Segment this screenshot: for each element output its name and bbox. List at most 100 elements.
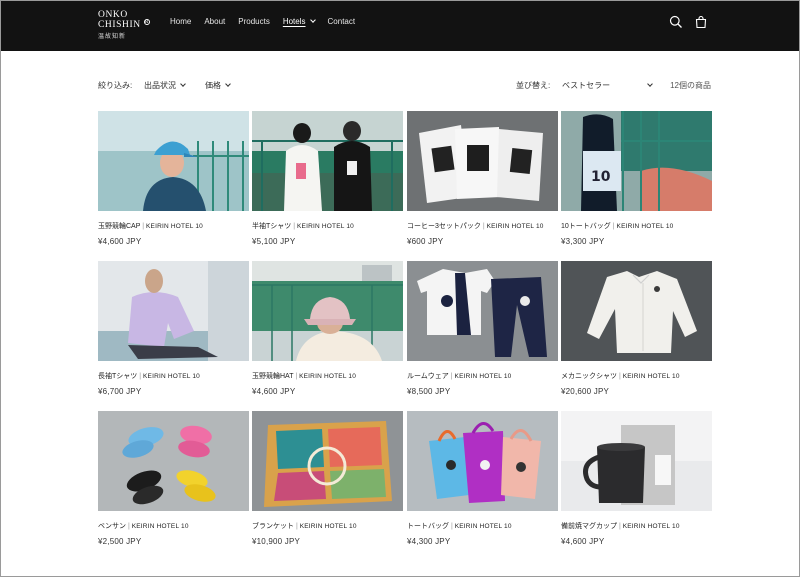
product-name: コーヒー3セットパック (407, 223, 481, 230)
product-brand: KEIRIN HOTEL 10 (454, 373, 512, 380)
product-card[interactable]: コーヒー3セットパック | KEIRIN HOTEL 10 ¥600 JPY (407, 111, 558, 246)
product-image-roomwear[interactable] (407, 261, 558, 361)
chevron-down-icon (309, 17, 316, 23)
product-price: ¥4,600 JPY (98, 237, 142, 246)
product-card[interactable]: ブランケット | KEIRIN HOTEL 10 ¥10,900 JPY (252, 411, 403, 546)
nav-products[interactable]: Products (238, 17, 270, 27)
product-title[interactable]: コーヒー3セットパック | KEIRIN HOTEL 10 (407, 221, 558, 231)
product-image-mechanic-shirt[interactable] (561, 261, 712, 361)
site-logo[interactable]: ONKO CHISHIN R 温故知新 (98, 10, 156, 42)
logo-text-chishin: CHISHIN R (98, 19, 156, 30)
product-title[interactable]: 長袖Tシャツ | KEIRIN HOTEL 10 (98, 371, 249, 381)
product-card[interactable]: ルームウェア | KEIRIN HOTEL 10 ¥8,500 JPY (407, 261, 558, 396)
product-price: ¥6,700 JPY (98, 387, 142, 396)
nav-contact[interactable]: Contact (328, 17, 356, 27)
product-title[interactable]: ブランケット | KEIRIN HOTEL 10 (252, 521, 403, 531)
product-price: ¥4,600 JPY (252, 387, 296, 396)
product-title[interactable]: 玉野競輪HAT | KEIRIN HOTEL 10 (252, 371, 403, 381)
product-brand: KEIRIN HOTEL 10 (622, 523, 680, 530)
product-card[interactable]: 10 10トートバッグ | KEIRIN HOTEL 10 ¥3,300 JPY (561, 111, 712, 246)
title-separator: | (295, 373, 298, 380)
product-title[interactable]: メカニックシャツ | KEIRIN HOTEL 10 (561, 371, 712, 381)
product-card[interactable]: トートバッグ | KEIRIN HOTEL 10 ¥4,300 JPY (407, 411, 558, 546)
product-card[interactable]: メカニックシャツ | KEIRIN HOTEL 10 ¥20,600 JPY (561, 261, 712, 396)
product-title[interactable]: 半袖Tシャツ | KEIRIN HOTEL 10 (252, 221, 403, 231)
product-name: トートバッグ (407, 523, 449, 530)
product-price: ¥4,300 JPY (407, 537, 451, 546)
product-name: 10トートバッグ (561, 223, 611, 230)
product-price: ¥2,500 JPY (98, 537, 142, 546)
product-card[interactable]: 玉野競輪CAP | KEIRIN HOTEL 10 ¥4,600 JPY (98, 111, 249, 246)
product-title[interactable]: 玉野競輪CAP | KEIRIN HOTEL 10 (98, 221, 249, 231)
product-image-blanket[interactable] (252, 411, 403, 511)
product-image-cap[interactable] (98, 111, 249, 211)
chevron-down-icon (647, 81, 653, 87)
nav-about[interactable]: About (204, 17, 225, 27)
product-name: ベンサン (98, 523, 126, 530)
site-header: ONKO CHISHIN R 温故知新 Home About Products H… (1, 1, 799, 51)
product-card[interactable]: 長袖Tシャツ | KEIRIN HOTEL 10 ¥6,700 JPY (98, 261, 249, 396)
search-icon[interactable] (669, 15, 683, 29)
title-separator: | (618, 523, 621, 530)
logo-text-chishin-label: CHISHIN (98, 20, 141, 30)
product-brand: KEIRIN HOTEL 10 (486, 223, 544, 230)
price-filter-dropdown[interactable]: 価格 (205, 80, 231, 91)
product-image-hat[interactable] (252, 261, 403, 361)
product-price: ¥3,300 JPY (561, 237, 605, 246)
title-separator: | (482, 223, 485, 230)
title-separator: | (142, 223, 145, 230)
product-price: ¥600 JPY (407, 237, 444, 246)
product-brand: KEIRIN HOTEL 10 (299, 523, 357, 530)
product-count: 12個の商品 (670, 81, 711, 90)
product-brand: KEIRIN HOTEL 10 (297, 223, 354, 230)
product-brand: KEIRIN HOTEL 10 (622, 373, 680, 380)
product-brand: KEIRIN HOTEL 10 (146, 223, 203, 230)
product-card[interactable]: 玉野競輪HAT | KEIRIN HOTEL 10 ¥4,600 JPY (252, 261, 403, 396)
product-brand: KEIRIN HOTEL 10 (616, 223, 674, 230)
product-price: ¥5,100 JPY (252, 237, 296, 246)
title-separator: | (293, 223, 296, 230)
product-title[interactable]: トートバッグ | KEIRIN HOTEL 10 (407, 521, 558, 531)
product-card[interactable]: 半袖Tシャツ | KEIRIN HOTEL 10 ¥5,100 JPY (252, 111, 403, 246)
filter-bar: 絞り込み: 出品状況 価格 並び替え: ベストセラー 12個の商品 (98, 80, 711, 92)
product-name: 半袖Tシャツ (252, 223, 292, 230)
availability-filter-dropdown[interactable]: 出品状況 (144, 80, 186, 91)
product-name: メカニックシャツ (561, 373, 617, 380)
cart-icon[interactable] (694, 15, 708, 29)
product-name: 長袖Tシャツ (98, 373, 138, 380)
product-card[interactable]: 備前焼マグカップ | KEIRIN HOTEL 10 ¥4,600 JPY (561, 411, 712, 546)
sort-select-value: ベストセラー (562, 81, 611, 90)
nav-hotels[interactable]: Hotels (282, 17, 316, 27)
registered-mark-icon: R (144, 19, 150, 25)
chevron-down-icon (180, 81, 186, 87)
product-card[interactable]: ベンサン | KEIRIN HOTEL 10 ¥2,500 JPY (98, 411, 249, 546)
product-price: ¥20,600 JPY (561, 387, 610, 396)
product-brand: KEIRIN HOTEL 10 (131, 523, 189, 530)
chevron-down-icon (225, 81, 231, 87)
product-image-coffee[interactable] (407, 111, 558, 211)
product-price: ¥4,600 JPY (561, 537, 605, 546)
product-price: ¥8,500 JPY (407, 387, 451, 396)
product-name: 玉野競輪HAT (252, 373, 294, 380)
product-image-tshirt[interactable] (252, 111, 403, 211)
nav-hotels-label: Hotels (282, 17, 306, 26)
product-title[interactable]: 備前焼マグカップ | KEIRIN HOTEL 10 (561, 521, 712, 531)
product-image-sandals[interactable] (98, 411, 249, 511)
product-title[interactable]: ベンサン | KEIRIN HOTEL 10 (98, 521, 249, 531)
product-image-longsleeve[interactable] (98, 261, 249, 361)
product-image-tote-bags[interactable] (407, 411, 558, 511)
title-separator: | (450, 523, 453, 530)
title-separator: | (295, 523, 298, 530)
main-nav: Home About Products Hotels Contact (170, 17, 368, 27)
title-separator: | (618, 373, 621, 380)
product-image-tote-10[interactable]: 10 (561, 111, 712, 211)
product-title[interactable]: 10トートバッグ | KEIRIN HOTEL 10 (561, 221, 712, 231)
nav-home[interactable]: Home (170, 17, 191, 27)
product-image-mug[interactable] (561, 411, 712, 511)
price-filter-label: 価格 (205, 81, 221, 90)
title-separator: | (139, 373, 142, 380)
product-price: ¥10,900 JPY (252, 537, 301, 546)
sort-select[interactable]: ベストセラー (562, 80, 653, 91)
product-brand: KEIRIN HOTEL 10 (299, 373, 357, 380)
product-title[interactable]: ルームウェア | KEIRIN HOTEL 10 (407, 371, 558, 381)
